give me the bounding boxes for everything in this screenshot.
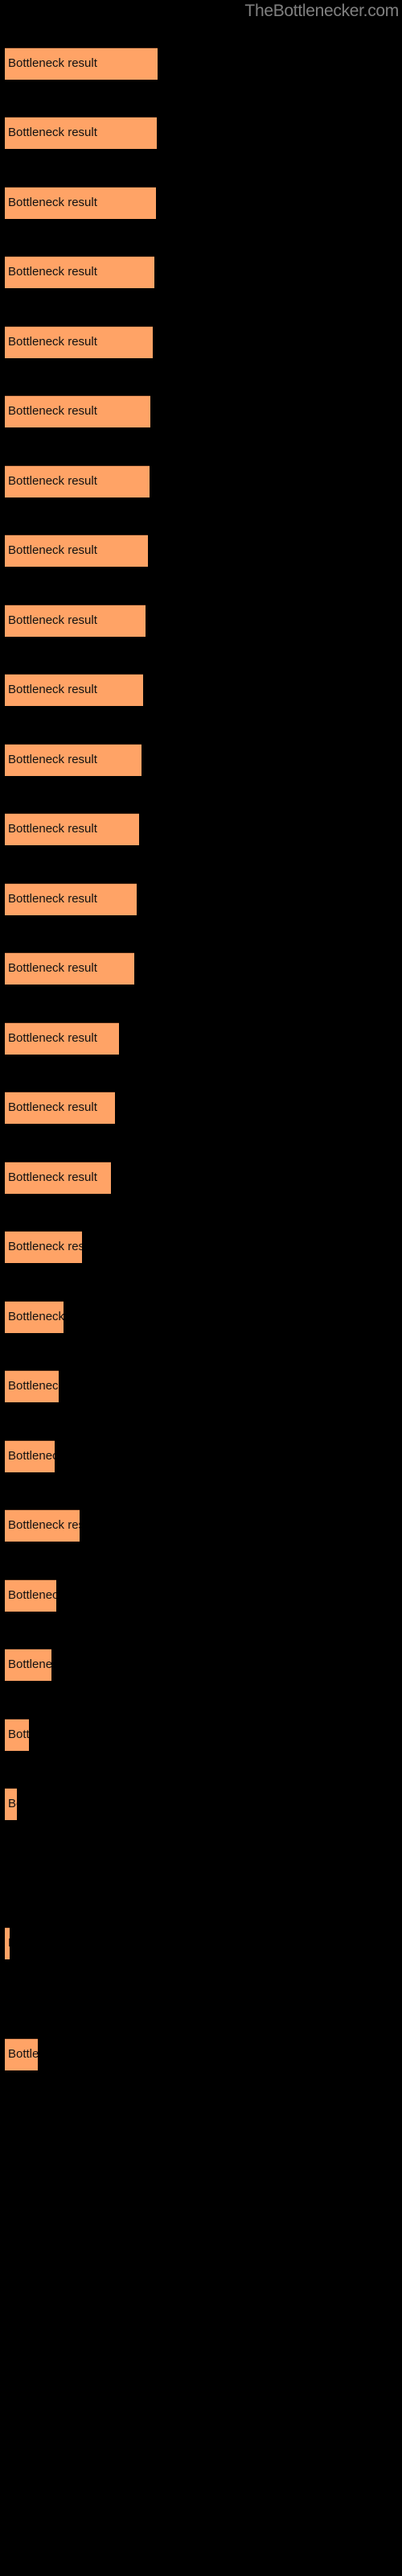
bar-row: Bottleneck result [0, 674, 402, 708]
bar-row: Bottleneck result [0, 952, 402, 986]
bar-label: Bottleneck result [8, 2047, 38, 2061]
bar-row: Bottleneck result [0, 326, 402, 360]
bar-label: Bottleneck result [8, 1240, 82, 1253]
bar-label: Bottleneck result [8, 683, 97, 696]
bar-row: Bottleneck result [0, 1719, 402, 1752]
bar-row: Bottleneck result [0, 1440, 402, 1474]
bar-label: Bottleneck result [8, 1518, 80, 1532]
bar[interactable]: Bottleneck result [5, 1092, 115, 1124]
bar[interactable]: Bottleneck result [5, 47, 158, 80]
bar-row: Bottleneck result [0, 744, 402, 778]
bar[interactable]: Bottleneck result [5, 1927, 10, 1959]
bar-label: Bottleneck result [8, 822, 97, 836]
bar[interactable]: Bottleneck result [5, 2038, 38, 2070]
bar-label: Bottleneck result [8, 1310, 64, 1323]
bottleneck-bar-chart: Bottleneck result Bottleneck result Bottle… [0, 0, 402, 2576]
bar[interactable]: Bottleneck result [5, 1719, 29, 1751]
bar[interactable]: Bottleneck result [5, 1649, 51, 1681]
bar-row: Bottleneck result [0, 47, 402, 81]
bar-label: Bottleneck result [8, 1728, 29, 1741]
bar-row: Bottleneck result [0, 256, 402, 290]
bar[interactable]: Bottleneck result [5, 952, 134, 985]
bar-label: Bottleneck result [8, 1170, 97, 1184]
bar-row: Bottleneck result [0, 1509, 402, 1543]
bar[interactable]: Bottleneck result [5, 605, 146, 637]
bar-label: Bottleneck result [8, 543, 97, 557]
bar-row: Bottleneck result [0, 1301, 402, 1335]
bar-row: Bottleneck result [0, 1162, 402, 1195]
bar-label: Bottleneck result [8, 474, 97, 488]
bar-row: Bottleneck result [0, 1927, 402, 1961]
bar-row: Bottleneck result [0, 883, 402, 917]
bar-row: Bottleneck result [0, 2038, 402, 2072]
bar[interactable]: Bottleneck result [5, 1440, 55, 1472]
bar[interactable]: Bottleneck result [5, 1579, 56, 1612]
bar-row: Bottleneck result [0, 465, 402, 499]
bar-row: Bottleneck result [0, 1788, 402, 1822]
bar-row: Bottleneck result [0, 187, 402, 221]
bar-label: Bottleneck result [8, 961, 97, 975]
bar[interactable]: Bottleneck result [5, 1370, 59, 1402]
bar-row: Bottleneck result [0, 605, 402, 638]
bar-row: Bottleneck result [0, 117, 402, 151]
bar-row: Bottleneck result [0, 1022, 402, 1056]
bar-label: Bottleneck result [8, 1657, 51, 1671]
bar[interactable]: Bottleneck result [5, 1788, 17, 1820]
bar[interactable]: Bottleneck result [5, 187, 156, 219]
bar-label: Bottleneck result [8, 753, 97, 766]
bar[interactable]: Bottleneck result [5, 1301, 64, 1333]
bar-label: Bottleneck result [8, 892, 97, 906]
bar-label: Bottleneck result [8, 126, 97, 139]
bar-label: Bottleneck result [8, 404, 97, 418]
bar[interactable]: Bottleneck result [5, 744, 142, 776]
bar-row: Bottleneck result [0, 1092, 402, 1125]
bar-label: Bottleneck result [8, 1588, 56, 1602]
bar-row: Bottleneck result [0, 1579, 402, 1613]
bar-label: Bottleneck result [8, 1797, 17, 1810]
bar-label: Bottleneck result [8, 196, 97, 209]
bar[interactable]: Bottleneck result [5, 1509, 80, 1542]
bar-label: Bottleneck result [8, 1935, 10, 1951]
bar[interactable]: Bottleneck result [5, 256, 154, 288]
bar-row: Bottleneck result [0, 1649, 402, 1682]
bar[interactable]: Bottleneck result [5, 813, 139, 845]
bar[interactable]: Bottleneck result [5, 1231, 82, 1263]
bar[interactable]: Bottleneck result [5, 674, 143, 706]
bar-row: Bottleneck result [0, 813, 402, 847]
bar[interactable]: Bottleneck result [5, 326, 153, 358]
bar[interactable]: Bottleneck result [5, 117, 157, 149]
bar-label: Bottleneck result [8, 1449, 55, 1463]
bar-label: Bottleneck result [8, 265, 97, 279]
bar[interactable]: Bottleneck result [5, 465, 150, 497]
bar-row: Bottleneck result [0, 395, 402, 429]
bar-label: Bottleneck result [8, 56, 97, 70]
bar-label: Bottleneck result [8, 613, 97, 627]
bar-row: Bottleneck result [0, 535, 402, 568]
bar[interactable]: Bottleneck result [5, 883, 137, 915]
bar-label: Bottleneck result [8, 1100, 97, 1114]
bar[interactable]: Bottleneck result [5, 395, 150, 427]
bar-label: Bottleneck result [8, 335, 97, 349]
bar[interactable]: Bottleneck result [5, 1022, 119, 1055]
bar-label: Bottleneck result [8, 1031, 97, 1045]
bar-label: Bottleneck result [8, 1379, 59, 1393]
bar-row: Bottleneck result [0, 1231, 402, 1265]
bar[interactable]: Bottleneck result [5, 535, 148, 567]
bar-row: Bottleneck result [0, 1370, 402, 1404]
bar[interactable]: Bottleneck result [5, 1162, 111, 1194]
